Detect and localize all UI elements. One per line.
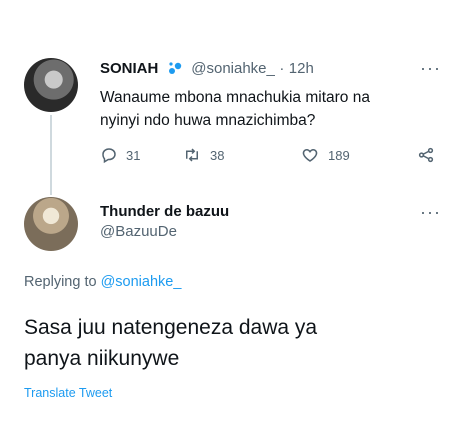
tweet-actions: 31 38 189 [100,146,446,168]
tweet-text-line: nyinyi ndo huwa mnazichimba? [100,112,316,129]
tweet-header: SONIAH @soniahke_ · 12h [100,60,314,78]
replying-to-label: Replying to [24,274,97,290]
reply-text-line: Sasa juu natengeneza dawa ya [24,316,318,339]
thread-line [50,115,52,195]
retweet-button[interactable]: 38 [182,146,224,164]
share-icon [416,146,436,164]
reply-icon [100,146,118,164]
separator: · [279,60,285,77]
avatar[interactable] [24,197,78,251]
author-handle[interactable]: @BazuuDe [100,223,229,240]
replying-to-handle-link[interactable]: @soniahke_ [101,274,182,290]
more-options-button[interactable]: ··· [420,202,441,223]
heart-icon [300,146,320,164]
reply-header: Thunder de bazuu @BazuuDe [100,203,229,240]
more-options-button[interactable]: ··· [420,58,441,79]
translate-tweet-link[interactable]: Translate Tweet [24,386,112,400]
verified-badge-icon [167,61,183,75]
author-handle[interactable]: @soniahke_ [191,60,275,77]
author-name[interactable]: SONIAH [100,60,158,77]
reply-text-line: panya niikunywe [24,347,180,370]
tweet-text: Wanaume mbona mnachukia mitaro na nyinyi… [100,86,450,132]
avatar[interactable] [24,58,78,112]
tweet-text-line: Wanaume mbona mnachukia mitaro na [100,89,370,106]
author-name[interactable]: Thunder de bazuu [100,203,229,220]
reply-text: Sasa juu natengeneza dawa ya panya niiku… [24,312,444,374]
replying-to: Replying to @soniahke_ [24,274,181,290]
reply-count: 31 [126,147,141,163]
retweet-icon [182,146,202,164]
like-count: 189 [328,147,350,163]
timestamp[interactable]: 12h [289,60,314,77]
retweet-count: 38 [210,147,225,163]
share-button[interactable] [416,146,436,164]
like-button[interactable]: 189 [300,146,350,164]
reply-button[interactable]: 31 [100,146,140,164]
